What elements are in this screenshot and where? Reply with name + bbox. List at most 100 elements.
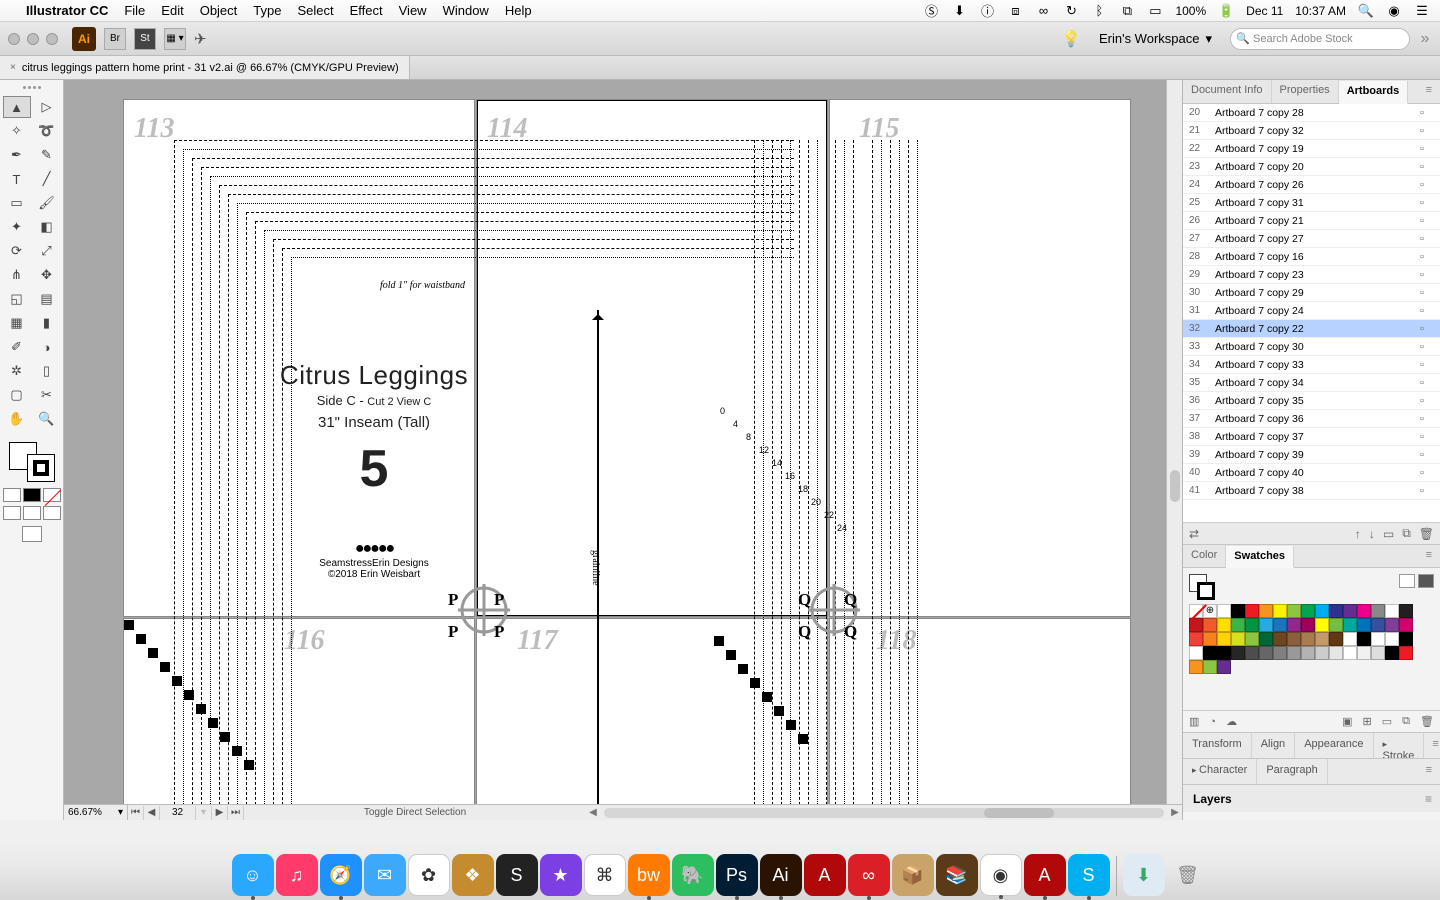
swatches-panel-menu-icon[interactable]: ≡ bbox=[1418, 545, 1440, 567]
swatch-cell[interactable] bbox=[1343, 604, 1357, 618]
artboard-115[interactable] bbox=[830, 100, 1130, 616]
rectangle-tool[interactable]: ▭ bbox=[3, 192, 31, 214]
line-tool[interactable]: ╱ bbox=[33, 168, 61, 190]
new-swatch-icon[interactable]: ⊞ bbox=[1363, 715, 1372, 728]
swatch-cell[interactable] bbox=[1357, 646, 1371, 660]
hscroll-left-icon[interactable]: ◀ bbox=[586, 807, 600, 818]
swatch-cell[interactable] bbox=[1217, 604, 1231, 618]
artboard-options-icon[interactable]: ▫ bbox=[1420, 413, 1434, 425]
screen-mode-button[interactable] bbox=[22, 526, 42, 542]
next-artboard-button[interactable]: ▶ bbox=[212, 806, 228, 820]
hscroll-right-icon[interactable]: ▶ bbox=[1168, 807, 1182, 818]
swatch-cell[interactable] bbox=[1217, 646, 1231, 660]
swatch-cell[interactable] bbox=[1189, 646, 1203, 660]
swatch-none[interactable] bbox=[1189, 604, 1203, 618]
direct-selection-tool[interactable]: ▷ bbox=[33, 96, 61, 118]
dock-creativecloud-icon[interactable]: ∞ bbox=[848, 854, 890, 896]
info-menubar-icon[interactable]: ⓘ bbox=[979, 3, 995, 19]
swatch-cell[interactable] bbox=[1343, 646, 1357, 660]
wifi-icon[interactable]: ⧉ bbox=[1119, 3, 1135, 19]
swatch-cell[interactable] bbox=[1273, 632, 1287, 646]
horizontal-scroll-thumb[interactable] bbox=[984, 808, 1054, 818]
prev-artboard-button[interactable]: ◀ bbox=[144, 806, 160, 820]
artboard-row[interactable]: 38Artboard 7 copy 37▫ bbox=[1183, 428, 1440, 446]
tab-layers[interactable]: Layers bbox=[1193, 792, 1232, 806]
layers-panel-menu-icon[interactable]: ≡ bbox=[1425, 792, 1432, 806]
move-down-icon[interactable]: ↓ bbox=[1369, 527, 1375, 541]
artboard-options-icon[interactable]: ▫ bbox=[1420, 179, 1434, 191]
dock-chrome-icon[interactable]: ◉ bbox=[980, 854, 1022, 896]
swatch-cell[interactable] bbox=[1371, 618, 1385, 632]
tab-properties[interactable]: Properties bbox=[1272, 80, 1339, 103]
tab-character[interactable]: Character bbox=[1183, 759, 1257, 784]
dock-photoshop-icon[interactable]: Ps bbox=[716, 854, 758, 896]
swatch-cell[interactable] bbox=[1329, 646, 1343, 660]
color-mode-solid[interactable] bbox=[3, 488, 21, 502]
swatch-cell[interactable] bbox=[1273, 618, 1287, 632]
paintbrush-tool[interactable]: 🖌 bbox=[33, 192, 61, 214]
swatch-options-icon[interactable]: ☁ bbox=[1226, 715, 1237, 728]
artboard-row[interactable]: 34Artboard 7 copy 33▫ bbox=[1183, 356, 1440, 374]
swatch-grid-view-icon[interactable] bbox=[1418, 574, 1434, 588]
swatch-cell[interactable] bbox=[1315, 604, 1329, 618]
scale-tool[interactable]: ⤢ bbox=[33, 240, 61, 262]
artboard-114[interactable] bbox=[477, 100, 827, 616]
swatch-cell[interactable] bbox=[1301, 632, 1315, 646]
skype-menubar-icon[interactable]: Ⓢ bbox=[923, 3, 939, 19]
rearrange-artboards-icon[interactable]: ⇄ bbox=[1189, 527, 1199, 541]
swatch-cell[interactable] bbox=[1385, 604, 1399, 618]
artboard-options-icon[interactable]: ▫ bbox=[1420, 431, 1434, 443]
canvas-area[interactable]: 113 114 115 116 117 118 fold 1" for wais… bbox=[64, 80, 1182, 820]
artboard-row[interactable]: 28Artboard 7 copy 16▫ bbox=[1183, 248, 1440, 266]
horizontal-scrollbar[interactable] bbox=[604, 808, 1164, 818]
free-transform-tool[interactable]: ✥ bbox=[33, 264, 61, 286]
document-tab[interactable]: × citrus leggings pattern home print - 3… bbox=[0, 56, 410, 79]
swatch-cell[interactable] bbox=[1287, 646, 1301, 660]
tab-align[interactable]: Align bbox=[1252, 733, 1295, 758]
menu-window[interactable]: Window bbox=[443, 3, 489, 18]
menu-select[interactable]: Select bbox=[297, 3, 333, 18]
swatch-cell[interactable] bbox=[1343, 632, 1357, 646]
swatch-cell[interactable] bbox=[1259, 646, 1273, 660]
dock-imovie-icon[interactable]: ★ bbox=[540, 854, 582, 896]
artboard-options-icon[interactable]: ▫ bbox=[1420, 395, 1434, 407]
swatch-cell[interactable] bbox=[1371, 632, 1385, 646]
cc-menubar-icon[interactable]: ∞ bbox=[1035, 3, 1051, 19]
tab-swatches[interactable]: Swatches bbox=[1226, 546, 1294, 568]
shaper-tool[interactable]: ✦ bbox=[3, 216, 31, 238]
artboard-options-icon[interactable]: ▫ bbox=[1420, 305, 1434, 317]
curvature-tool[interactable]: ✎ bbox=[33, 144, 61, 166]
edit-swatch-icon[interactable]: ▭ bbox=[1382, 715, 1392, 728]
swatch-cell[interactable] bbox=[1189, 618, 1203, 632]
vertical-scrollbar[interactable] bbox=[1166, 80, 1182, 804]
shape-builder-tool[interactable]: ◱ bbox=[3, 288, 31, 310]
swatch-cell[interactable] bbox=[1329, 604, 1343, 618]
swatch-cell[interactable] bbox=[1217, 660, 1231, 674]
menu-object[interactable]: Object bbox=[200, 3, 238, 18]
dock-evernote-icon[interactable]: 🐘 bbox=[672, 854, 714, 896]
draw-inside[interactable] bbox=[43, 506, 61, 520]
artboard-number-field[interactable]: 32 bbox=[160, 806, 196, 820]
selection-tool[interactable]: ▲ bbox=[3, 96, 31, 118]
menubar-date[interactable]: Dec 11 bbox=[1246, 4, 1283, 18]
swatch-cell[interactable] bbox=[1357, 618, 1371, 632]
layers-panel-header[interactable]: Layers ≡ bbox=[1183, 784, 1440, 812]
swatch-cell[interactable] bbox=[1189, 632, 1203, 646]
timemachine-menubar-icon[interactable]: ↻ bbox=[1063, 3, 1079, 19]
swatch-cell[interactable] bbox=[1357, 604, 1371, 618]
zoom-level-field[interactable]: 66.67% ▾ bbox=[64, 805, 128, 820]
artboard-options-icon[interactable]: ▫ bbox=[1420, 287, 1434, 299]
dock-bookwright-icon[interactable]: bw bbox=[628, 854, 670, 896]
gpu-rocket-icon[interactable]: ✈ bbox=[194, 30, 207, 48]
dock-trash-icon[interactable]: 🗑 bbox=[1167, 854, 1209, 896]
workspace-dropdown[interactable]: Erin's Workspace▾ bbox=[1089, 28, 1222, 50]
dock-books-icon[interactable]: 📚 bbox=[936, 854, 978, 896]
artboard-dropdown-button[interactable]: ▾ bbox=[196, 806, 212, 820]
swatch-cell[interactable] bbox=[1287, 604, 1301, 618]
artboard-row[interactable]: 32Artboard 7 copy 22▫ bbox=[1183, 320, 1440, 338]
perspective-tool[interactable]: ▤ bbox=[33, 288, 61, 310]
artboard-row[interactable]: 25Artboard 7 copy 31▫ bbox=[1183, 194, 1440, 212]
swatch-cell[interactable] bbox=[1385, 618, 1399, 632]
swatch-cell[interactable] bbox=[1315, 618, 1329, 632]
artboard-row[interactable]: 36Artboard 7 copy 35▫ bbox=[1183, 392, 1440, 410]
